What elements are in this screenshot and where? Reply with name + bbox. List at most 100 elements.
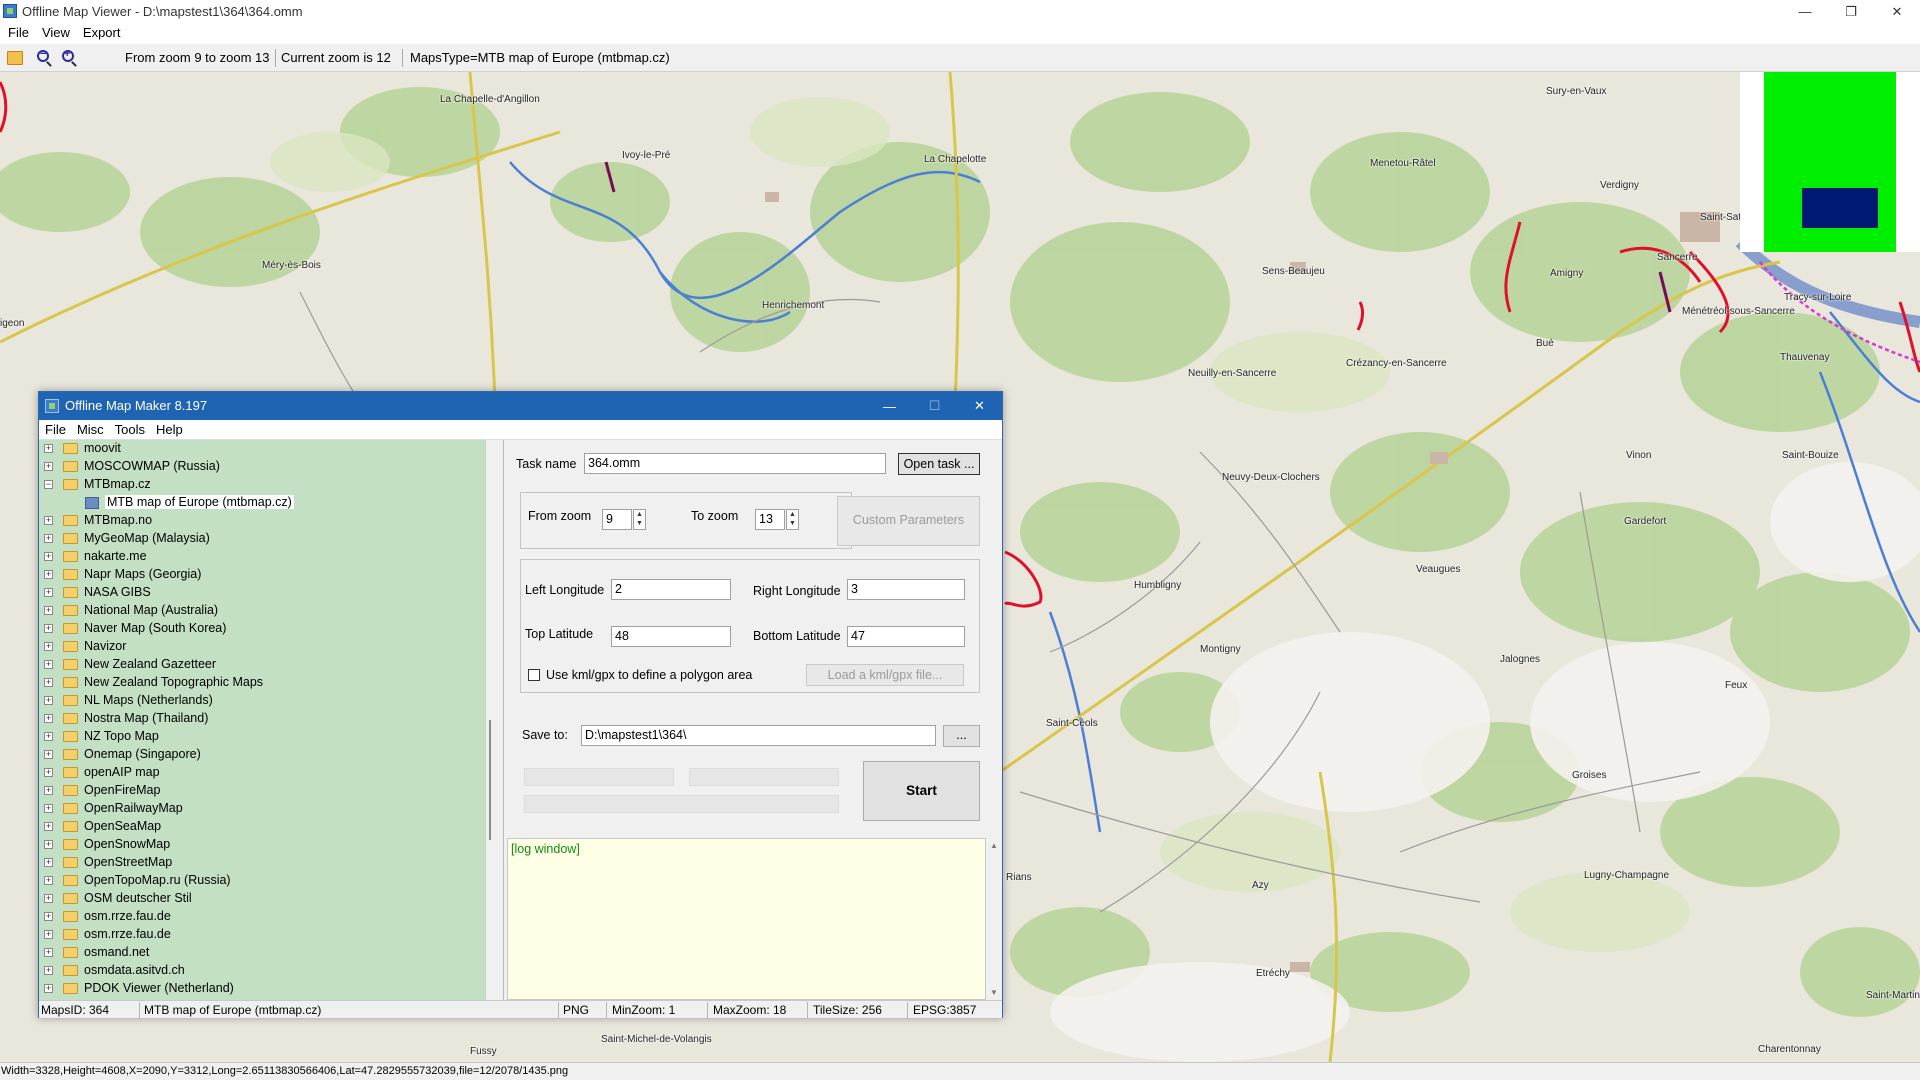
expand-icon[interactable]: + <box>44 750 53 759</box>
expand-icon[interactable]: + <box>44 876 53 885</box>
expand-icon[interactable]: + <box>44 894 53 903</box>
dialog-menu-file[interactable]: File <box>39 420 71 437</box>
close-button[interactable]: ✕ <box>1874 0 1920 23</box>
expand-icon[interactable]: + <box>44 642 53 651</box>
minimize-button[interactable]: — <box>1782 0 1828 23</box>
expand-icon[interactable]: + <box>44 696 53 705</box>
tree-item[interactable]: + OSM deutscher Stil <box>39 890 479 908</box>
expand-icon[interactable]: + <box>44 930 53 939</box>
expand-icon[interactable]: + <box>44 552 53 561</box>
tree-item[interactable]: + OpenFireMap <box>39 782 479 800</box>
expand-icon[interactable]: + <box>44 606 53 615</box>
tree-item-selected[interactable]: MTB map of Europe (mtbmap.cz) <box>39 494 479 512</box>
from-zoom-stepper[interactable]: ▲ ▼ <box>633 509 646 530</box>
tree-item[interactable]: + osmdata.asitvd.ch <box>39 962 479 980</box>
expand-icon[interactable]: + <box>44 804 53 813</box>
tree-item[interactable]: + OpenSnowMap <box>39 836 479 854</box>
expand-icon[interactable]: + <box>44 624 53 633</box>
expand-icon[interactable]: + <box>44 516 53 525</box>
zoom-out-icon[interactable] <box>37 48 49 62</box>
tree-item[interactable]: + moovit <box>39 440 479 458</box>
expand-icon[interactable]: + <box>44 912 53 921</box>
overview-map[interactable] <box>1740 72 1920 252</box>
top-latitude-input[interactable]: 48 <box>611 626 731 647</box>
expand-icon[interactable]: + <box>44 444 53 453</box>
log-scrollbar[interactable]: ▲ ▼ <box>986 838 1002 1000</box>
tree-item[interactable]: + NL Maps (Netherlands) <box>39 692 479 710</box>
restore-button[interactable]: ❐ <box>1828 0 1874 23</box>
tree-item[interactable]: + NASA GIBS <box>39 584 479 602</box>
tree-item[interactable]: + Nostra Map (Thailand) <box>39 710 479 728</box>
expand-icon[interactable]: + <box>44 984 53 993</box>
tree-item[interactable]: + OpenStreetMap <box>39 854 479 872</box>
expand-icon[interactable]: + <box>44 714 53 723</box>
tree-item[interactable]: + nakarte.me <box>39 548 479 566</box>
expand-icon[interactable]: + <box>44 858 53 867</box>
tree-item[interactable]: + Napr Maps (Georgia) <box>39 566 479 584</box>
open-task-button[interactable]: Open task ... <box>898 453 980 475</box>
right-longitude-input[interactable]: 3 <box>847 579 965 600</box>
open-folder-icon[interactable] <box>7 51 23 65</box>
tree-item[interactable]: + New Zealand Gazetteer <box>39 656 479 674</box>
expand-icon[interactable]: + <box>44 732 53 741</box>
scroll-up-icon[interactable]: ▲ <box>990 841 998 850</box>
expand-icon[interactable]: + <box>44 768 53 777</box>
map-source-tree[interactable]: + moovit + MOSCOWMAP (Russia) − MTBmap.cz MTB … <box>39 440 486 1000</box>
expand-icon[interactable]: + <box>44 966 53 975</box>
tree-item[interactable]: + OpenTopoMap.ru (Russia) <box>39 872 479 890</box>
dialog-close-button[interactable]: ✕ <box>957 392 1002 420</box>
dialog-menu-misc[interactable]: Misc <box>71 420 109 437</box>
tree-item[interactable]: + Naver Map (South Korea) <box>39 620 479 638</box>
tree-item[interactable]: + Navizor <box>39 638 479 656</box>
from-zoom-input[interactable]: 9 <box>602 509 632 530</box>
menu-view[interactable]: View <box>34 23 75 40</box>
log-window[interactable]: [log window] <box>507 838 986 1000</box>
dialog-minimize-button[interactable]: — <box>867 392 912 420</box>
overview-viewport[interactable] <box>1802 188 1878 228</box>
tree-item[interactable]: + OpenSeaMap <box>39 818 479 836</box>
bottom-latitude-input[interactable]: 47 <box>847 626 965 647</box>
tree-item[interactable]: + National Map (Australia) <box>39 602 479 620</box>
expand-icon[interactable]: + <box>44 840 53 849</box>
tree-item[interactable]: + openAIP map <box>39 764 479 782</box>
custom-parameters-button[interactable]: Custom Parameters <box>837 496 980 546</box>
tree-item[interactable]: + MOSCOWMAP (Russia) <box>39 458 479 476</box>
menu-file[interactable]: File <box>0 23 34 40</box>
menu-export[interactable]: Export <box>75 23 126 40</box>
tree-item[interactable]: + Onemap (Singapore) <box>39 746 479 764</box>
tree-item[interactable]: + New Zealand Topographic Maps <box>39 674 479 692</box>
left-longitude-input[interactable]: 2 <box>611 579 731 600</box>
dialog-menu-tools[interactable]: Tools <box>109 420 150 437</box>
task-name-input[interactable]: 364.omm <box>584 453 886 474</box>
expand-icon[interactable]: + <box>44 588 53 597</box>
load-kml-button[interactable]: Load a kml/gpx file... <box>806 664 964 686</box>
tree-item[interactable]: − MTBmap.cz <box>39 476 479 494</box>
scroll-down-icon[interactable]: ▼ <box>990 988 998 997</box>
tree-item[interactable]: + osm.rrze.fau.de <box>39 908 479 926</box>
tree-item[interactable]: + MyGeoMap (Malaysia) <box>39 530 479 548</box>
zoom-in-icon[interactable] <box>62 48 74 62</box>
expand-icon[interactable]: + <box>44 948 53 957</box>
tree-item[interactable]: + PDOK Viewer (Netherland) <box>39 980 479 998</box>
browse-folder-button[interactable]: ... <box>943 725 980 747</box>
tree-scrollbar[interactable] <box>486 440 503 1000</box>
dialog-maximize-button[interactable]: ☐ <box>912 392 957 420</box>
tree-item[interactable]: + osm.rrze.fau.de <box>39 926 479 944</box>
expand-icon[interactable]: + <box>44 462 53 471</box>
expand-icon[interactable]: + <box>44 660 53 669</box>
use-kml-checkbox[interactable] <box>528 669 540 681</box>
expand-icon[interactable]: + <box>44 534 53 543</box>
tree-item[interactable]: + MTBmap.no <box>39 512 479 530</box>
expand-icon[interactable]: + <box>44 786 53 795</box>
start-button[interactable]: Start <box>863 761 980 821</box>
expand-icon[interactable]: + <box>44 678 53 687</box>
tree-item[interactable]: + osmand.net <box>39 944 479 962</box>
to-zoom-input[interactable]: 13 <box>755 509 785 530</box>
expand-icon[interactable]: + <box>44 570 53 579</box>
save-to-input[interactable]: D:\mapstest1\364\ <box>581 725 936 746</box>
dialog-menu-help[interactable]: Help <box>150 420 188 437</box>
tree-item[interactable]: + OpenRailwayMap <box>39 800 479 818</box>
collapse-icon[interactable]: − <box>44 480 53 489</box>
tree-item[interactable]: + NZ Topo Map <box>39 728 479 746</box>
tree-scroll-thumb[interactable] <box>489 720 491 840</box>
